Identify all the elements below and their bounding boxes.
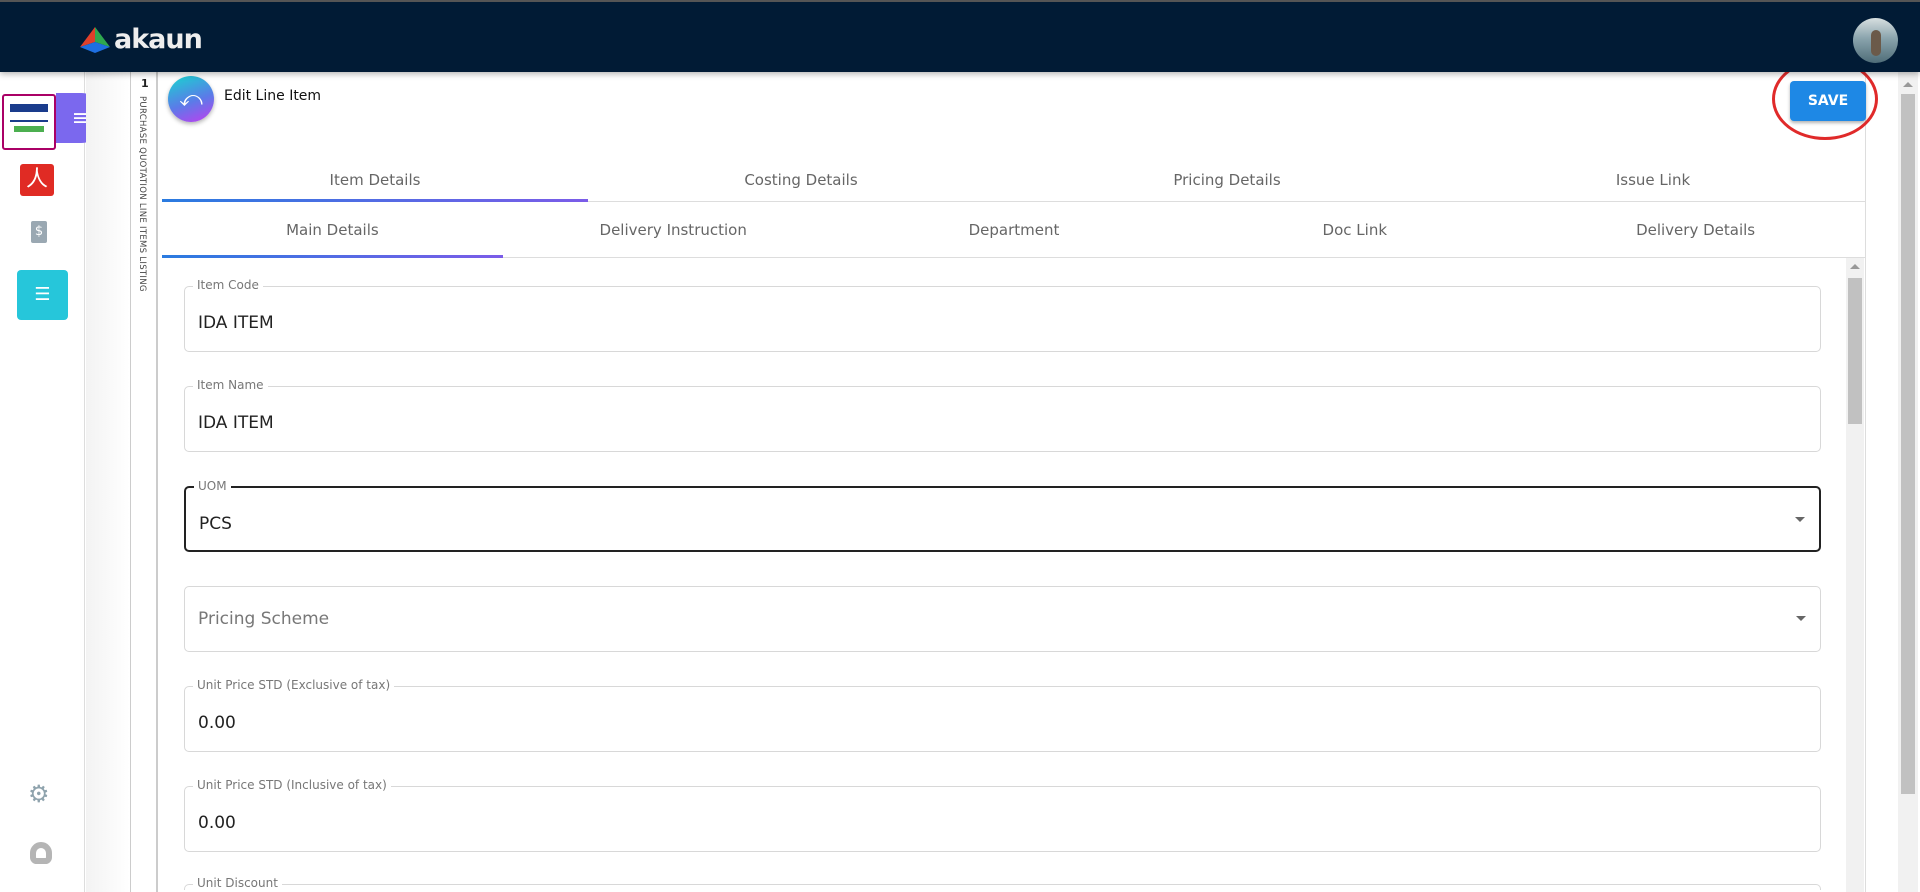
- primary-tabs: Item Details Costing Details Pricing Det…: [162, 159, 1866, 202]
- unit-price-inclusive-field[interactable]: Unit Price STD (Inclusive of tax) 0.00: [184, 778, 1821, 852]
- settings-gear-icon[interactable]: ⚙: [28, 780, 50, 808]
- main-details-form: Item Code IDA ITEM Item Name IDA ITEM UO…: [160, 258, 1866, 892]
- item-name-field[interactable]: Item Name IDA ITEM: [184, 378, 1821, 452]
- secondary-tabs: Main Details Delivery Instruction Depart…: [162, 202, 1866, 258]
- form-scrollbar[interactable]: [1846, 258, 1864, 892]
- tab-issue-link[interactable]: Issue Link: [1440, 159, 1866, 201]
- user-profile-icon[interactable]: [30, 842, 52, 864]
- top-header: akaun: [0, 0, 1920, 72]
- panel-gutter: [86, 72, 131, 892]
- tab-pricing-details[interactable]: Pricing Details: [1014, 159, 1440, 201]
- save-button[interactable]: SAVE: [1790, 81, 1866, 121]
- page-scrollbar[interactable]: [1898, 72, 1918, 892]
- tab-doc-link[interactable]: Doc Link: [1184, 202, 1525, 257]
- quote-app-icon[interactable]: [2, 94, 56, 150]
- tab-item-details[interactable]: Item Details: [162, 159, 588, 202]
- unit-discount-field[interactable]: Unit Discount: [184, 876, 1821, 890]
- back-button[interactable]: ⤺: [168, 76, 214, 122]
- uom-select[interactable]: UOM PCS: [184, 479, 1821, 552]
- invoice-dollar-icon[interactable]: $: [31, 221, 47, 243]
- app-sidebar: ≡ 人 $ ☰ ⚙: [0, 72, 106, 892]
- back-arrow-icon: ⤺: [179, 86, 203, 112]
- logo-icon: [80, 26, 110, 53]
- tab-delivery-instruction[interactable]: Delivery Instruction: [503, 202, 844, 257]
- acrobat-app-icon[interactable]: 人: [20, 164, 54, 196]
- list-app-icon[interactable]: ☰: [17, 270, 68, 320]
- collapsed-listing-panel[interactable]: 1 PURCHASE QUOTATION LINE ITEMS LISTING: [131, 72, 158, 892]
- tab-delivery-details[interactable]: Delivery Details: [1525, 202, 1866, 257]
- page-title: Edit Line Item: [224, 88, 322, 104]
- akaun-logo[interactable]: akaun: [80, 24, 203, 55]
- pricing-scheme-select[interactable]: Pricing Scheme: [184, 586, 1821, 652]
- tab-main-details[interactable]: Main Details: [162, 202, 503, 258]
- item-code-field[interactable]: Item Code IDA ITEM: [184, 278, 1821, 352]
- dropdown-arrow-icon: [1795, 517, 1805, 522]
- tab-costing-details[interactable]: Costing Details: [588, 159, 1014, 201]
- unit-price-exclusive-field[interactable]: Unit Price STD (Exclusive of tax) 0.00: [184, 678, 1821, 752]
- edit-line-item-panel: ⤺ Edit Line Item SAVE Item Details Costi…: [160, 58, 1878, 892]
- dropdown-arrow-icon: [1796, 616, 1806, 621]
- tab-department[interactable]: Department: [844, 202, 1185, 257]
- user-avatar[interactable]: [1853, 18, 1898, 63]
